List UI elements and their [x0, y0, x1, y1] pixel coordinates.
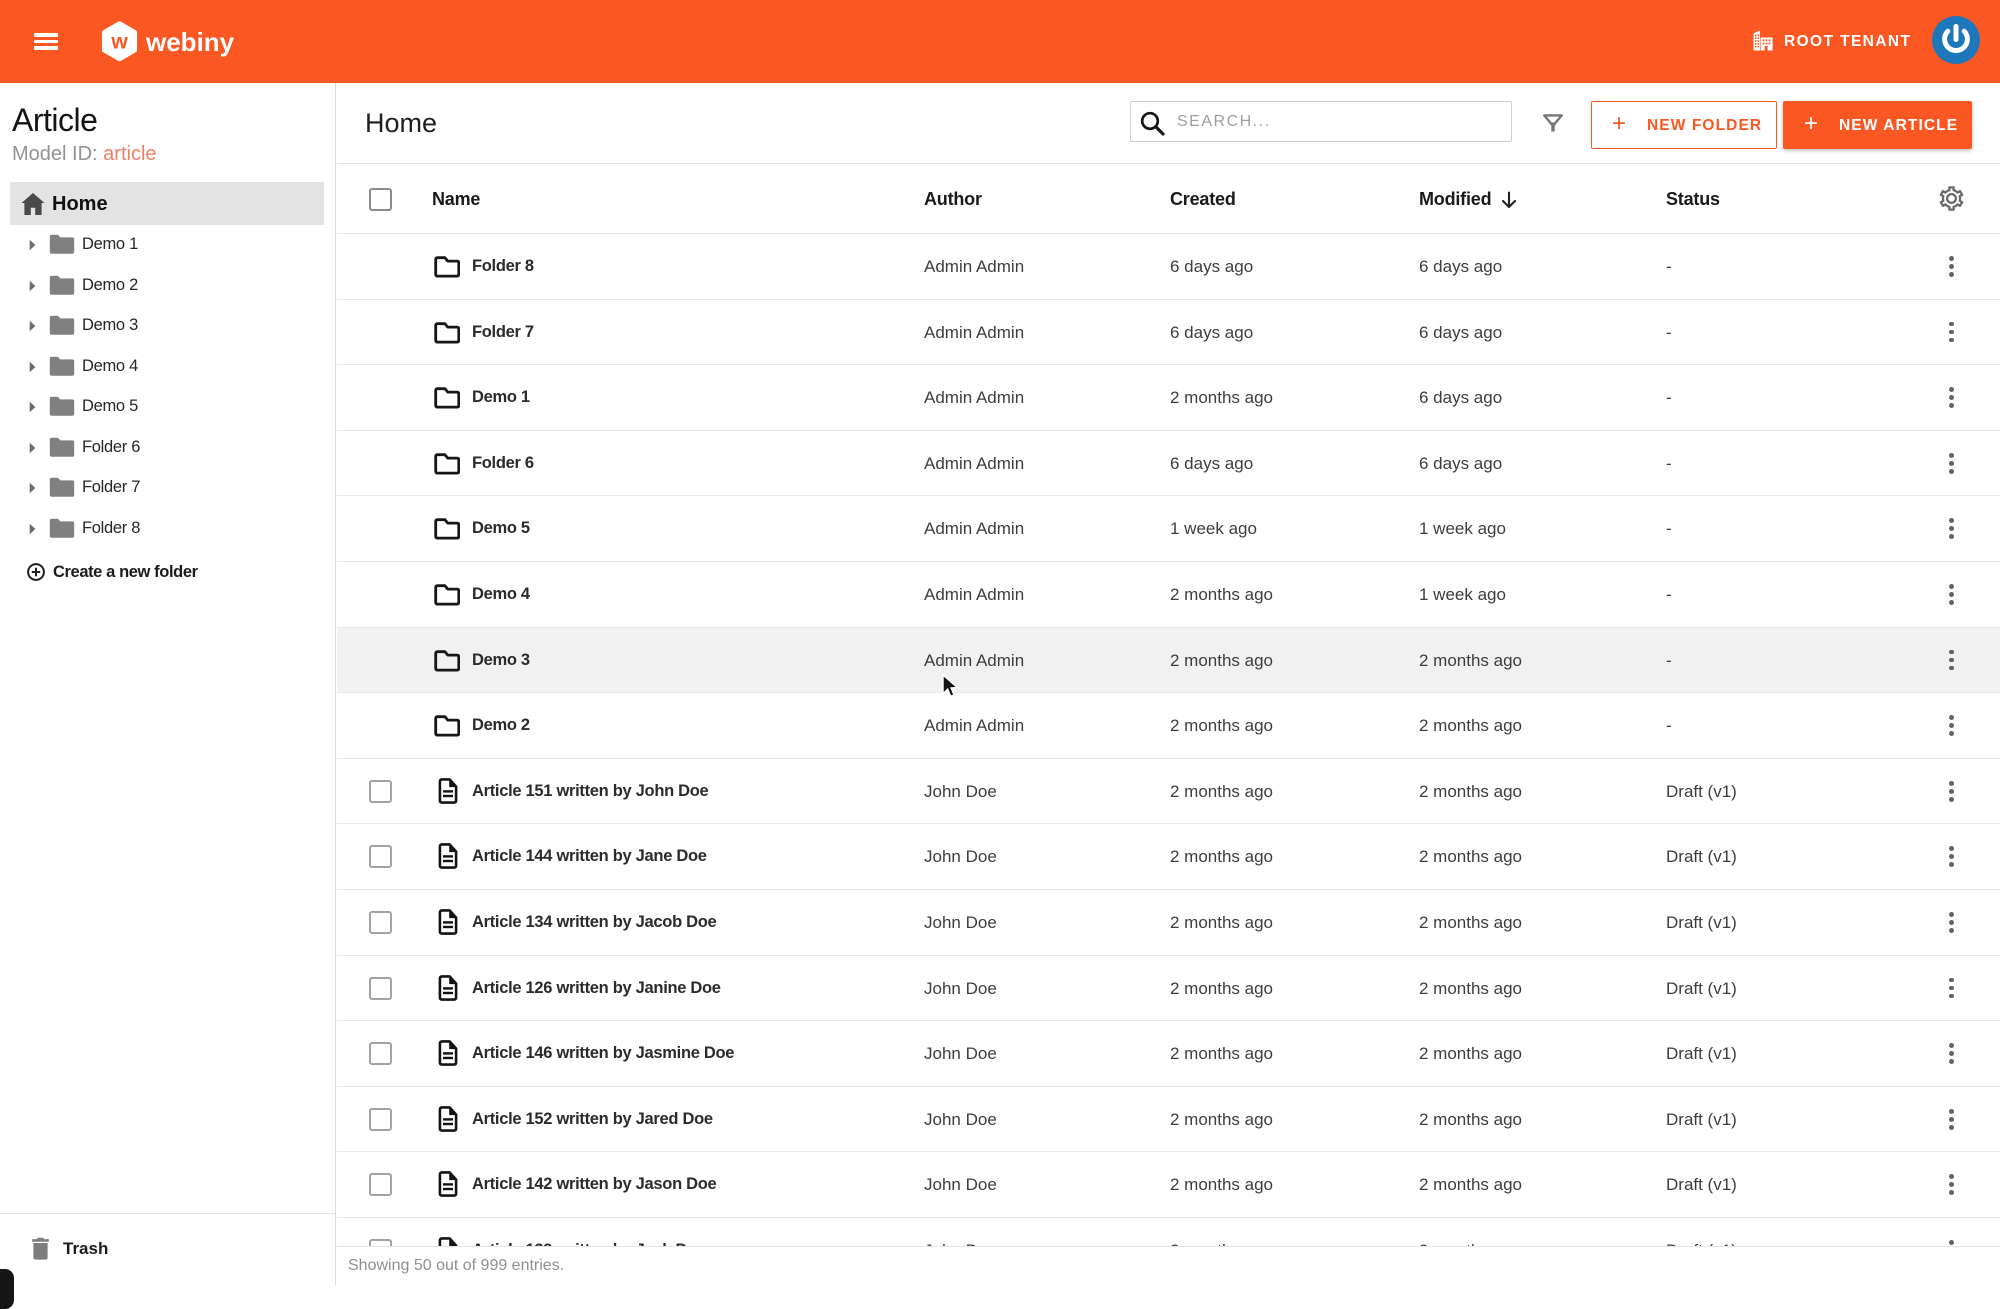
- svg-text:w: w: [110, 31, 128, 54]
